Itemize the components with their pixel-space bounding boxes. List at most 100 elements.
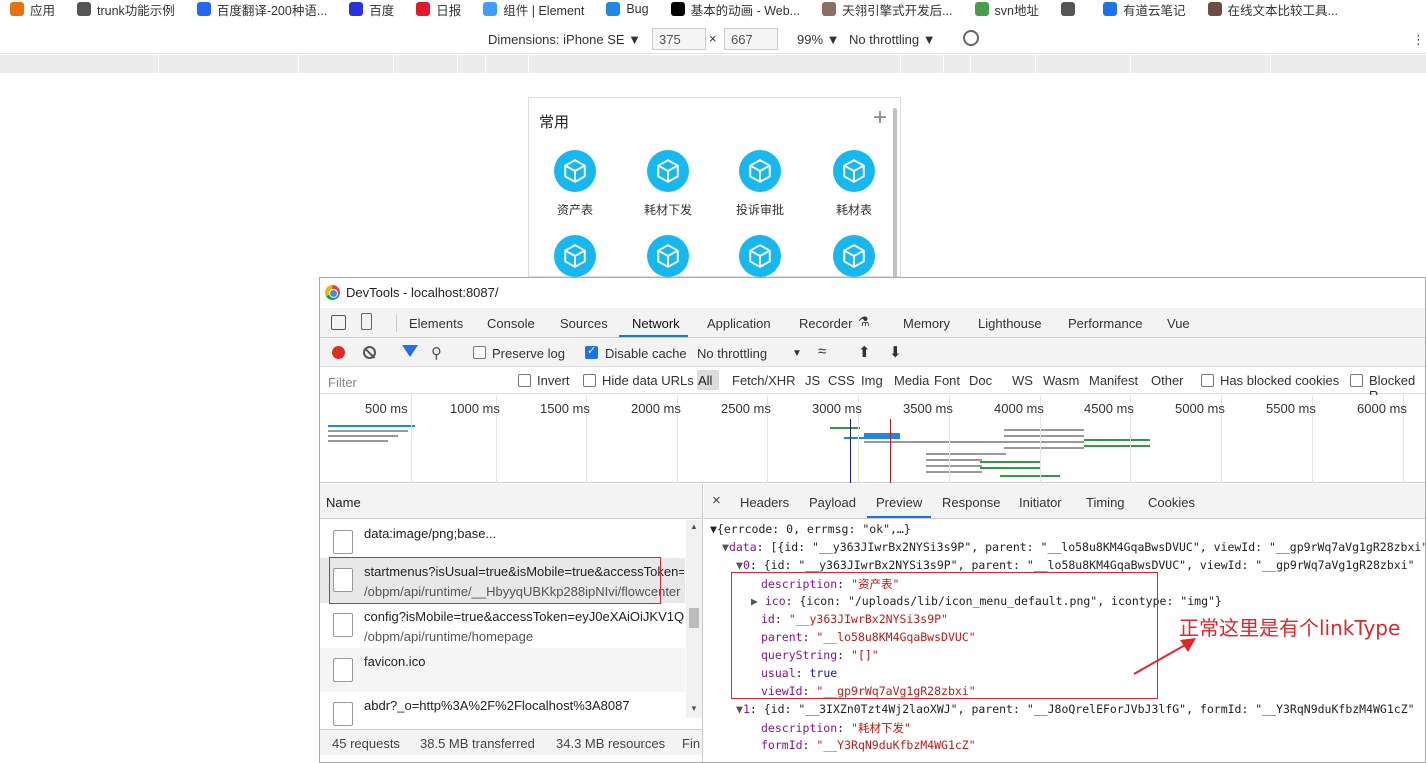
tab-console[interactable]: Console bbox=[487, 316, 535, 331]
blocked-requests-checkbox[interactable] bbox=[1350, 374, 1363, 387]
throttle-dropdown[interactable]: No throttling bbox=[697, 346, 767, 361]
invert-checkbox[interactable] bbox=[518, 374, 531, 387]
upload-icon[interactable]: ⬆ bbox=[858, 343, 871, 361]
detail-tab-preview[interactable]: Preview bbox=[876, 495, 922, 510]
devtools-titlebar: DevTools - localhost:8087/ bbox=[320, 278, 1425, 306]
bookmark-label: 在线文本比较工具... bbox=[1227, 3, 1338, 18]
app-tile[interactable]: 资产表 bbox=[535, 150, 615, 218]
record-icon[interactable] bbox=[332, 346, 345, 359]
close-icon[interactable]: × bbox=[712, 492, 721, 509]
app-tile[interactable]: 耗材表 bbox=[814, 150, 894, 218]
request-name: favicon.ico bbox=[364, 654, 426, 669]
filter-type-ws[interactable]: WS bbox=[1012, 373, 1033, 388]
timeline-tick-label: 5500 ms bbox=[1266, 401, 1316, 416]
bookmark-item[interactable]: Bug bbox=[606, 2, 649, 16]
json-data-row[interactable]: ▼data: [{id: "__y363JIwrBx2NYSi3s9P", pa… bbox=[722, 540, 1425, 554]
clear-icon[interactable] bbox=[363, 346, 376, 359]
table-row[interactable]: data:image/png;base... bbox=[320, 520, 685, 554]
json-item-1-row[interactable]: ▼1: {id: "__3IXZn0Tzt4Wj2laoXWJ", parent… bbox=[736, 702, 1415, 716]
table-row[interactable]: favicon.ico bbox=[320, 648, 685, 693]
filter-type-font[interactable]: Font bbox=[934, 373, 960, 388]
tab-recorder[interactable]: Recorder bbox=[799, 316, 852, 331]
device-toggle-icon[interactable] bbox=[361, 313, 372, 330]
tab-memory[interactable]: Memory bbox=[903, 316, 950, 331]
detail-tab-cookies[interactable]: Cookies bbox=[1148, 495, 1195, 510]
document-icon bbox=[333, 702, 353, 726]
filter-type-other[interactable]: Other bbox=[1151, 373, 1184, 388]
bookmark-item[interactable]: 基本的动画 - Web... bbox=[670, 0, 801, 18]
detail-tab-headers[interactable]: Headers bbox=[740, 495, 789, 510]
filter-type-js[interactable]: JS bbox=[805, 373, 820, 388]
bookmark-item[interactable]: svn地址 bbox=[974, 0, 1039, 18]
filter-type-manifest[interactable]: Manifest bbox=[1089, 373, 1138, 388]
detail-tab-timing[interactable]: Timing bbox=[1086, 495, 1125, 510]
download-icon[interactable]: ⬇ bbox=[889, 343, 902, 361]
filter-type-css[interactable]: CSS bbox=[828, 373, 855, 388]
active-tab-indicator bbox=[619, 335, 688, 337]
tianling-icon bbox=[822, 2, 837, 16]
detail-tab-response[interactable]: Response bbox=[942, 495, 1001, 510]
bookmark-item[interactable]: trunk功能示例 bbox=[77, 0, 175, 18]
add-icon[interactable]: + bbox=[873, 106, 887, 130]
filter-icon[interactable] bbox=[402, 345, 418, 357]
bookmark-item[interactable]: 百度翻译-200种语... bbox=[196, 0, 327, 18]
request-list-scrollbar[interactable]: ▲ ▼ bbox=[686, 520, 702, 718]
hide-data-urls-checkbox[interactable] bbox=[583, 374, 596, 387]
app-tile[interactable]: 投诉审批 bbox=[720, 150, 800, 218]
chevron-down-icon[interactable]: ▼ bbox=[792, 348, 802, 359]
app-tile[interactable]: 耗材下发 bbox=[628, 150, 708, 218]
device-height-input[interactable]: 667 bbox=[724, 28, 778, 50]
json-item-0-row[interactable]: ▼0: {id: "__y363JIwrBx2NYSi3s9P", parent… bbox=[736, 558, 1415, 572]
wifi-settings-icon[interactable]: ≈ bbox=[818, 343, 826, 360]
bookmark-item[interactable]: 天翎引擎式开发后... bbox=[822, 0, 953, 18]
tab-performance[interactable]: Performance bbox=[1068, 316, 1142, 331]
tab-vue[interactable]: Vue bbox=[1167, 316, 1190, 331]
bookmark-item[interactable]: 日报 bbox=[416, 0, 461, 18]
app-tile[interactable] bbox=[720, 235, 800, 277]
disable-cache-checkbox[interactable] bbox=[585, 344, 598, 359]
bookmark-item[interactable]: 百度 bbox=[349, 0, 394, 18]
app-tile[interactable] bbox=[814, 235, 894, 277]
bookmark-item[interactable]: 在线文本比较工具... bbox=[1207, 0, 1338, 18]
app-tile[interactable] bbox=[535, 235, 615, 277]
search-icon[interactable]: ⚲ bbox=[431, 344, 442, 362]
bookmark-label: 基本的动画 - Web... bbox=[690, 3, 801, 18]
table-row[interactable]: config?isMobile=true&accessToken=eyJ0eXA… bbox=[320, 603, 685, 648]
phone-viewport: 常用 + 资产表 耗材下发 投诉审批 耗材表 bbox=[528, 97, 901, 278]
filter-type-media[interactable]: Media bbox=[894, 373, 929, 388]
tab-network[interactable]: Network bbox=[632, 316, 680, 331]
throttle-select[interactable]: No throttling ▼ bbox=[849, 32, 936, 47]
zoom-select[interactable]: 99% ▼ bbox=[797, 32, 840, 47]
tab-application[interactable]: Application bbox=[707, 316, 771, 331]
filter-type-doc[interactable]: Doc bbox=[969, 373, 992, 388]
bookmark-item[interactable]: 应用 bbox=[10, 0, 55, 18]
filter-type-img[interactable]: Img bbox=[861, 373, 883, 388]
detail-tab-initiator[interactable]: Initiator bbox=[1019, 495, 1062, 510]
tab-elements[interactable]: Elements bbox=[409, 316, 463, 331]
filter-type-wasm[interactable]: Wasm bbox=[1043, 373, 1079, 388]
filter-input[interactable]: Filter bbox=[322, 370, 506, 392]
preserve-log-checkbox[interactable] bbox=[473, 346, 486, 359]
network-timeline[interactable]: 500 ms 1000 ms 1500 ms 2000 ms 2500 ms 3000 m… bbox=[320, 395, 1425, 483]
bookmark-label: 有道云笔记 bbox=[1122, 3, 1186, 18]
detail-tab-payload[interactable]: Payload bbox=[809, 495, 856, 510]
rotate-icon[interactable] bbox=[963, 30, 979, 46]
tab-lighthouse[interactable]: Lighthouse bbox=[978, 316, 1042, 331]
filter-type-fetch-xhr[interactable]: Fetch/XHR bbox=[732, 373, 796, 388]
json-key: description bbox=[761, 721, 838, 735]
name-column-header[interactable]: Name bbox=[320, 484, 702, 519]
bookmark-item[interactable]: 组件 | Element bbox=[483, 0, 584, 18]
more-options-icon[interactable]: ⋮ bbox=[1412, 32, 1425, 48]
bookmark-item[interactable]: 有道云笔记 bbox=[1102, 0, 1186, 18]
has-blocked-cookies-checkbox[interactable] bbox=[1201, 374, 1214, 387]
filter-type-all[interactable]: All bbox=[697, 370, 719, 390]
bookmark-item[interactable] bbox=[1060, 2, 1081, 16]
inspect-icon[interactable] bbox=[331, 315, 346, 330]
device-width-input[interactable]: 375 bbox=[652, 28, 706, 50]
device-select[interactable]: Dimensions: iPhone SE ▼ bbox=[488, 32, 641, 47]
globe-icon bbox=[1060, 2, 1075, 16]
json-root[interactable]: ▼{errcode: 0, errmsg: "ok",…} bbox=[710, 522, 911, 536]
tab-sources[interactable]: Sources bbox=[560, 316, 608, 331]
app-tile[interactable] bbox=[628, 235, 708, 277]
request-count: 45 requests bbox=[332, 736, 400, 751]
